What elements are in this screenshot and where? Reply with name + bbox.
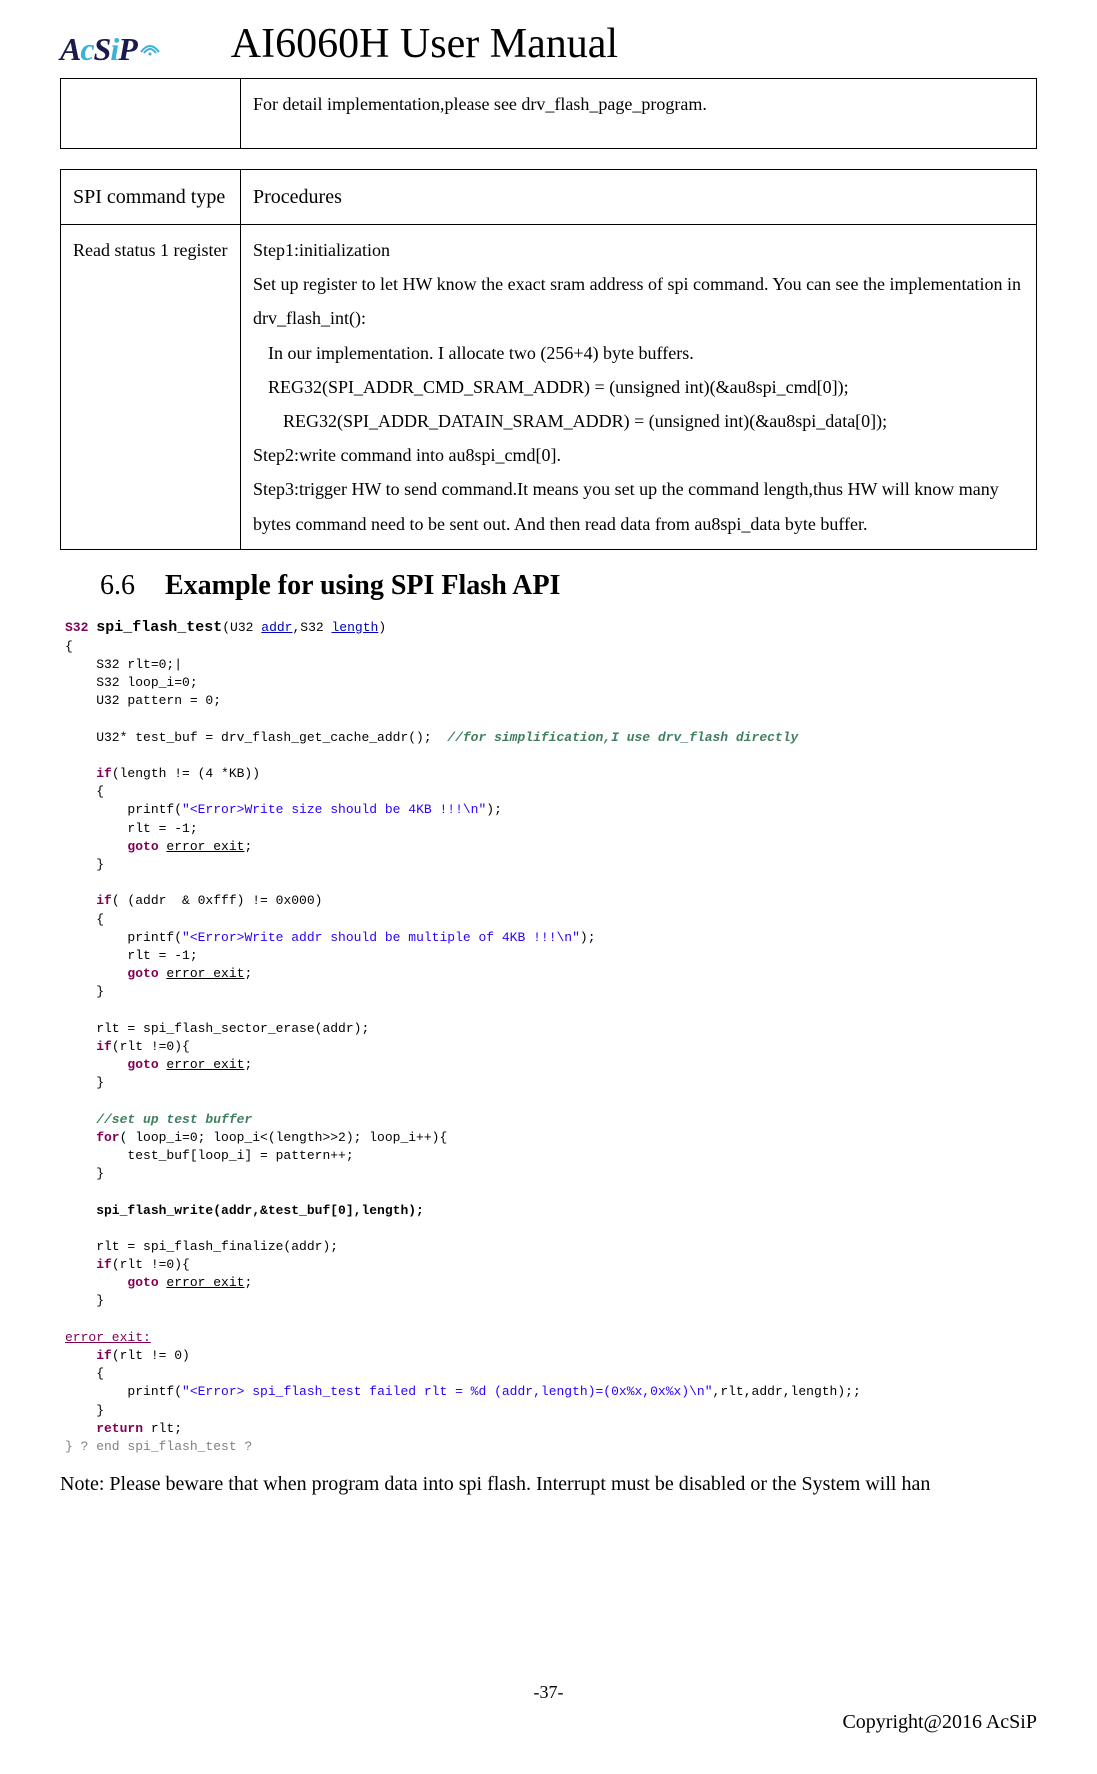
wifi-icon <box>139 38 161 61</box>
section-number: 6.6 <box>100 570 135 601</box>
detail-cell-left <box>61 79 241 149</box>
proc-step2: Step2:write command into au8spi_cmd[0]. <box>253 438 1024 472</box>
document-title: AI6060H User Manual <box>231 20 618 68</box>
spi-row-right: Step1:initialization Set up register to … <box>241 225 1037 550</box>
proc-step1: Step1:initialization <box>253 233 1024 267</box>
detail-cell-right: For detail implementation,please see drv… <box>241 79 1037 149</box>
detail-table: For detail implementation,please see drv… <box>60 78 1037 149</box>
proc-reg2: REG32(SPI_ADDR_DATAIN_SRAM_ADDR) = (unsi… <box>253 404 1024 438</box>
spi-command-table: SPI command type Procedures Read status … <box>60 169 1037 550</box>
section-heading: 6.6 Example for using SPI Flash API <box>100 570 1037 602</box>
spi-header-left: SPI command type <box>61 170 241 225</box>
page-header: AcSiP AI6060H User Manual <box>60 20 1037 68</box>
logo-text: AcSiP <box>60 31 137 68</box>
copyright-text: Copyright@2016 AcSiP <box>60 1711 1037 1734</box>
logo-c: c <box>80 31 93 67</box>
code-example: S32 spi_flash_test(U32 addr,S32 length) … <box>60 617 1037 1456</box>
spi-row-left: Read status 1 register <box>61 225 241 550</box>
logo: AcSiP <box>60 31 161 68</box>
proc-step1-desc: Set up register to let HW know the exact… <box>253 267 1024 335</box>
proc-impl: In our implementation. I allocate two (2… <box>253 336 1024 370</box>
note-text: Note: Please beware that when program da… <box>60 1466 1037 1502</box>
proc-step3: Step3:trigger HW to send command.It mean… <box>253 472 1024 540</box>
page-footer: -37- Copyright@2016 AcSiP <box>60 1682 1037 1734</box>
page-number: -37- <box>60 1682 1037 1703</box>
proc-reg1: REG32(SPI_ADDR_CMD_SRAM_ADDR) = (unsigne… <box>253 370 1024 404</box>
logo-a: A <box>60 31 80 67</box>
logo-s: S <box>94 31 111 67</box>
section-title-text: Example for using SPI Flash API <box>165 570 560 601</box>
logo-p: P <box>118 31 137 67</box>
spi-header-right: Procedures <box>241 170 1037 225</box>
